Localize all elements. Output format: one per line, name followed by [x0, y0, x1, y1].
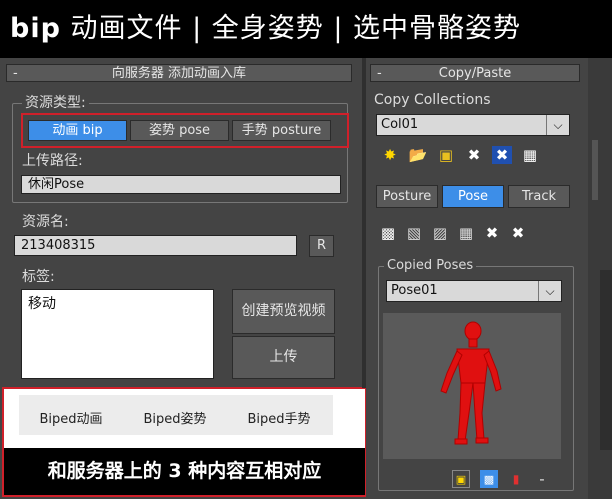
collection-value: Col01	[381, 117, 419, 132]
pose-thumbnail[interactable]	[383, 313, 561, 459]
pose-toolbar: ▩ ▧ ▨ ▦ ✖ ✖	[378, 224, 528, 242]
r-button[interactable]: R	[309, 235, 334, 257]
resource-name-field[interactable]: 213408315	[14, 235, 297, 256]
copied-poses-label: Copied Poses	[384, 258, 477, 273]
server-category-posture: Biped手势	[247, 412, 311, 427]
paste-icon[interactable]: ▦	[520, 146, 540, 164]
type-button-posture[interactable]: 手势 posture	[232, 120, 331, 141]
auto-key-icon[interactable]: ▩	[480, 470, 498, 488]
save-icon[interactable]: ▣	[436, 146, 456, 164]
upload-path-label: 上传路径:	[22, 153, 83, 169]
title-text: 动画文件 | 全身姿势 | 选中骨骼姿势	[70, 13, 522, 44]
server-category-animation: Biped动画	[39, 412, 103, 427]
title-banner: bip 动画文件 | 全身姿势 | 选中骨骼姿势	[0, 0, 612, 58]
resource-name-label: 资源名:	[22, 214, 69, 230]
caption-text: 和服务器上的 3 种内容互相对应	[4, 448, 365, 495]
minus-icon[interactable]: -	[534, 470, 550, 488]
open-folder-icon[interactable]: 📂	[408, 146, 428, 164]
collapse-icon[interactable]: -	[13, 65, 18, 83]
title-prefix: bip	[10, 13, 61, 44]
resource-type-label: 资源类型:	[22, 92, 89, 112]
limb-icon[interactable]: ▮	[508, 471, 524, 487]
server-category-pose: Biped姿势	[143, 412, 207, 427]
delete-pose-icon[interactable]: ✖	[482, 224, 502, 242]
rollout-header-add-animation[interactable]: - 向服务器 添加动画入库	[6, 64, 352, 82]
new-collection-icon[interactable]: ✸	[380, 146, 400, 164]
rollout-header-copy-paste[interactable]: - Copy/Paste	[370, 64, 580, 82]
paste-pose-icon[interactable]: ▨	[430, 224, 450, 242]
delete-all-icon[interactable]: ✖	[492, 146, 512, 164]
pose-value: Pose01	[391, 283, 438, 298]
biped-figure-icon	[440, 321, 502, 445]
rollout-title: 向服务器 添加动画入库	[111, 66, 247, 81]
tags-label: 标签:	[22, 269, 55, 285]
delete-icon[interactable]: ✖	[464, 146, 484, 164]
delete-all-poses-icon[interactable]: ✖	[508, 224, 528, 242]
upload-button[interactable]: 上传	[232, 336, 335, 379]
rollout-title: Copy/Paste	[438, 66, 512, 81]
tab-pose[interactable]: Pose	[442, 185, 504, 208]
pose-dropdown[interactable]: Pose01 ⌵	[386, 280, 562, 302]
pose-bottom-toolbar: ▣ ▩ ▮ -	[452, 470, 550, 488]
collection-dropdown[interactable]: Col01 ⌵	[376, 114, 570, 136]
copy-pose-icon[interactable]: ▧	[404, 224, 424, 242]
tab-track[interactable]: Track	[508, 185, 570, 208]
scrollbar-thumb[interactable]	[592, 140, 598, 200]
side-panel-edge	[600, 270, 612, 450]
type-button-bip[interactable]: 动画 bip	[28, 120, 127, 141]
create-preview-video-button[interactable]: 创建预览视频	[232, 289, 335, 334]
tags-textarea[interactable]: 移动	[21, 289, 214, 379]
type-button-pose[interactable]: 姿势 pose	[130, 120, 229, 141]
key-icon[interactable]: ▣	[452, 470, 470, 488]
capture-pose-icon[interactable]: ▩	[378, 224, 398, 242]
collapse-icon[interactable]: -	[377, 65, 382, 83]
collection-toolbar: ✸ 📂 ▣ ✖ ✖ ▦	[380, 146, 540, 164]
chevron-down-icon[interactable]: ⌵	[546, 115, 569, 135]
copy-collections-label: Copy Collections	[374, 92, 491, 108]
paste-opposite-icon[interactable]: ▦	[456, 224, 476, 242]
chevron-down-icon[interactable]: ⌵	[538, 281, 561, 301]
upload-path-field[interactable]: 休闲Pose	[21, 175, 341, 194]
tab-posture[interactable]: Posture	[376, 185, 438, 208]
